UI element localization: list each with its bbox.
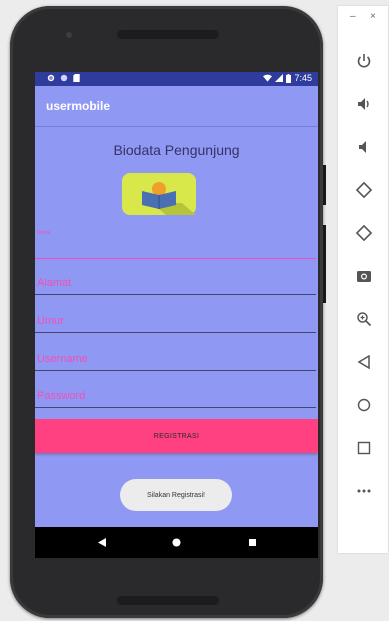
- volume-side-button[interactable]: [323, 225, 326, 303]
- panel-window-controls: – ×: [338, 6, 388, 28]
- alamat-placeholder: Alamat: [37, 277, 72, 289]
- overview-button[interactable]: [352, 436, 376, 460]
- navigation-bar: [35, 527, 318, 558]
- toast-message: Silakan Registrasi!: [120, 479, 232, 511]
- app-logo: [122, 173, 196, 215]
- volume-up-icon: [358, 98, 369, 110]
- zoom-icon: [357, 312, 372, 327]
- sd-card-icon: [73, 74, 80, 82]
- power-button[interactable]: [352, 49, 376, 73]
- back-button[interactable]: [352, 350, 376, 374]
- rotate-right-button[interactable]: [352, 221, 376, 245]
- page-title: Biodata Pengunjung: [113, 142, 240, 158]
- back-icon: [357, 355, 370, 369]
- volume-up-button[interactable]: [352, 92, 376, 116]
- username-placeholder: Username: [37, 353, 88, 365]
- alamat-field[interactable]: Alamat: [35, 270, 316, 295]
- bottom-speaker: [117, 596, 219, 605]
- camera-icon: [357, 271, 371, 282]
- volume-down-icon: [359, 141, 366, 153]
- minimize-button[interactable]: –: [350, 11, 356, 22]
- power-side-button[interactable]: [323, 165, 326, 205]
- home-circle-icon: [171, 538, 181, 547]
- front-sensor: [66, 32, 72, 38]
- home-icon: [357, 398, 371, 412]
- password-placeholder: Password: [37, 390, 86, 402]
- volume-down-button[interactable]: [352, 135, 376, 159]
- earpiece-speaker: [117, 30, 219, 39]
- device-frame: 7:45 usermobile Biodata Pengunjung Nama …: [10, 6, 323, 618]
- umur-field[interactable]: Umur: [35, 308, 316, 333]
- power-icon: [357, 54, 371, 68]
- nav-overview-button[interactable]: [237, 527, 267, 558]
- nav-home-button[interactable]: [161, 527, 191, 558]
- overview-icon: [357, 441, 371, 455]
- wifi-icon: [263, 74, 273, 82]
- nama-label: Nama: [37, 230, 51, 236]
- rotate-left-button[interactable]: [352, 178, 376, 202]
- book-reader-icon: [142, 182, 196, 215]
- battery-icon: [286, 73, 292, 83]
- more-button[interactable]: [352, 479, 376, 503]
- more-icon: [357, 489, 371, 493]
- settings-icon: [47, 74, 55, 82]
- screenshot-button[interactable]: [352, 264, 376, 288]
- status-bar: 7:45: [35, 72, 318, 86]
- username-field[interactable]: Username: [35, 346, 316, 371]
- zoom-button[interactable]: [352, 307, 376, 331]
- home-button[interactable]: [352, 393, 376, 417]
- rotate-right-icon: [355, 224, 373, 242]
- signal-icon: [275, 74, 284, 82]
- emulator-toolbar: – ×: [338, 6, 388, 553]
- umur-placeholder: Umur: [37, 315, 64, 327]
- password-field[interactable]: Password: [35, 383, 316, 408]
- app-bar: usermobile: [35, 86, 318, 127]
- back-triangle-icon: [98, 538, 106, 547]
- overview-square-icon: [248, 539, 256, 546]
- app-title: usermobile: [46, 99, 111, 113]
- nav-back-button[interactable]: [87, 527, 117, 558]
- rotate-left-icon: [355, 181, 373, 199]
- status-time: 7:45: [294, 73, 312, 83]
- circle-icon: [60, 74, 68, 82]
- nama-field[interactable]: Nama: [35, 230, 316, 259]
- device-screen: 7:45 usermobile Biodata Pengunjung Nama …: [35, 72, 318, 558]
- registrasi-button[interactable]: REGISTRASI: [35, 419, 318, 453]
- close-button[interactable]: ×: [370, 11, 376, 22]
